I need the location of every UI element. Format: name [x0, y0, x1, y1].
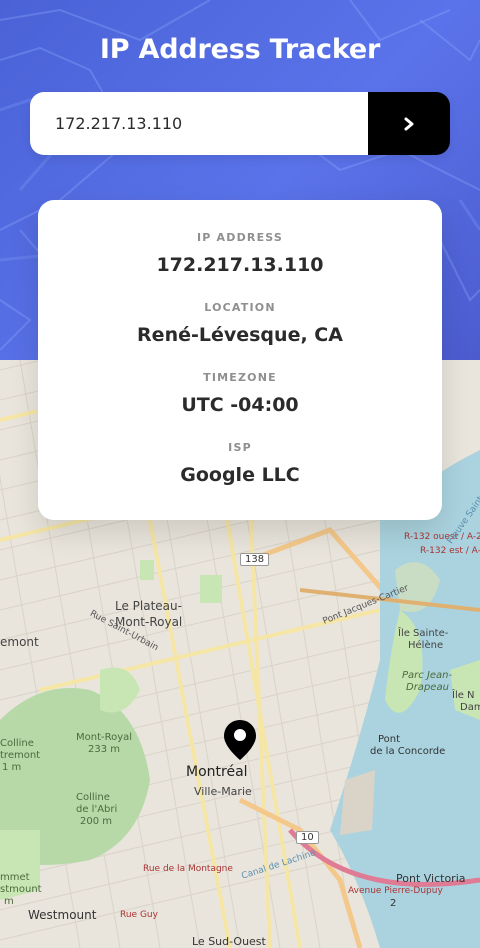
- map-label-avenue-pierre-dupuy: Avenue Pierre-Dupuy: [348, 886, 443, 896]
- map-label-summit-westmount-2: stmount: [0, 884, 42, 895]
- map-label-pont-victoria: Pont Victoria: [396, 872, 466, 885]
- ip-info-card: IP ADDRESS 172.217.13.110 LOCATION René-…: [38, 200, 442, 520]
- map-label-ile-notre-dame-2: Dam: [460, 702, 480, 713]
- map-label-outremont: emont: [0, 635, 39, 649]
- timezone-section: TIMEZONE UTC -04:00: [38, 371, 442, 416]
- map-label-colline-outremont-elevation: 1 m: [2, 762, 22, 773]
- search-submit-button[interactable]: [368, 92, 450, 155]
- map-label-plateau: Le Plateau-: [115, 599, 182, 613]
- map-label-sud-ouest: Le Sud-Ouest: [192, 935, 266, 948]
- map-label-montreal: Montréal: [186, 764, 248, 780]
- ip-address-label: IP ADDRESS: [196, 231, 284, 244]
- map-label-colline-abri: Colline: [76, 792, 110, 803]
- map-label-pont-concorde-2: de la Concorde: [370, 746, 446, 757]
- map-label-colline-abri-elevation: 200 m: [80, 816, 113, 827]
- map-label-rue-guy: Rue Guy: [120, 910, 158, 920]
- ip-address-value: 172.217.13.110: [156, 254, 324, 276]
- location-section: LOCATION René-Lévesque, CA: [38, 301, 442, 346]
- location-label: LOCATION: [204, 301, 276, 314]
- map-label-parc-jean-drapeau-2: Drapeau: [406, 682, 449, 693]
- map-label-mont-royal-elevation: 233 m: [88, 744, 121, 755]
- map-label-parc-jean-drapeau: Parc Jean-: [402, 670, 453, 681]
- map-label-colline-abri-2: de l'Abri: [76, 804, 118, 815]
- map-label-summit-westmount-elevation: m: [4, 896, 14, 907]
- ip-address-section: IP ADDRESS 172.217.13.110: [38, 231, 442, 276]
- map-label-r132-ouest: R-132 ouest / A-2: [404, 532, 480, 542]
- map-label-ville-marie: Ville-Marie: [194, 785, 252, 798]
- route-138-shield: 138: [240, 553, 270, 566]
- map-label-colline-outremont-2: tremont: [0, 750, 41, 761]
- isp-value: Google LLC: [180, 464, 300, 486]
- map-label-rue-montagne: Rue de la Montagne: [143, 864, 233, 874]
- map-label-summit-westmount: mmet: [0, 872, 30, 883]
- map-label-mont-royal: Mont-Royal: [76, 732, 133, 743]
- map-label-ile-notre-dame: Île N: [452, 690, 475, 701]
- timezone-label: TIMEZONE: [203, 371, 277, 384]
- map-label-colline-outremont: Colline: [0, 738, 34, 749]
- location-pin-icon[interactable]: [222, 718, 258, 762]
- timezone-value: UTC -04:00: [181, 394, 299, 416]
- isp-section: ISP Google LLC: [38, 441, 442, 486]
- route-10-shield: 10: [296, 831, 319, 844]
- isp-label: ISP: [228, 441, 252, 454]
- route-2-shield: 2: [390, 898, 397, 909]
- location-value: René-Lévesque, CA: [137, 324, 343, 346]
- chevron-right-icon: [404, 117, 414, 130]
- map-label-ile-sainte-helene: Île Sainte-: [398, 628, 449, 639]
- page-title: IP Address Tracker: [99, 34, 381, 65]
- map-label-pont-concorde: Pont: [378, 734, 401, 745]
- ip-search-input[interactable]: [30, 92, 368, 155]
- map-label-westmount: Westmount: [28, 908, 97, 922]
- map-label-ile-sainte-helene-2: Hélène: [408, 640, 444, 651]
- ip-search-form: [30, 92, 450, 155]
- map-label-r132-est: R-132 est / A-2: [420, 546, 480, 556]
